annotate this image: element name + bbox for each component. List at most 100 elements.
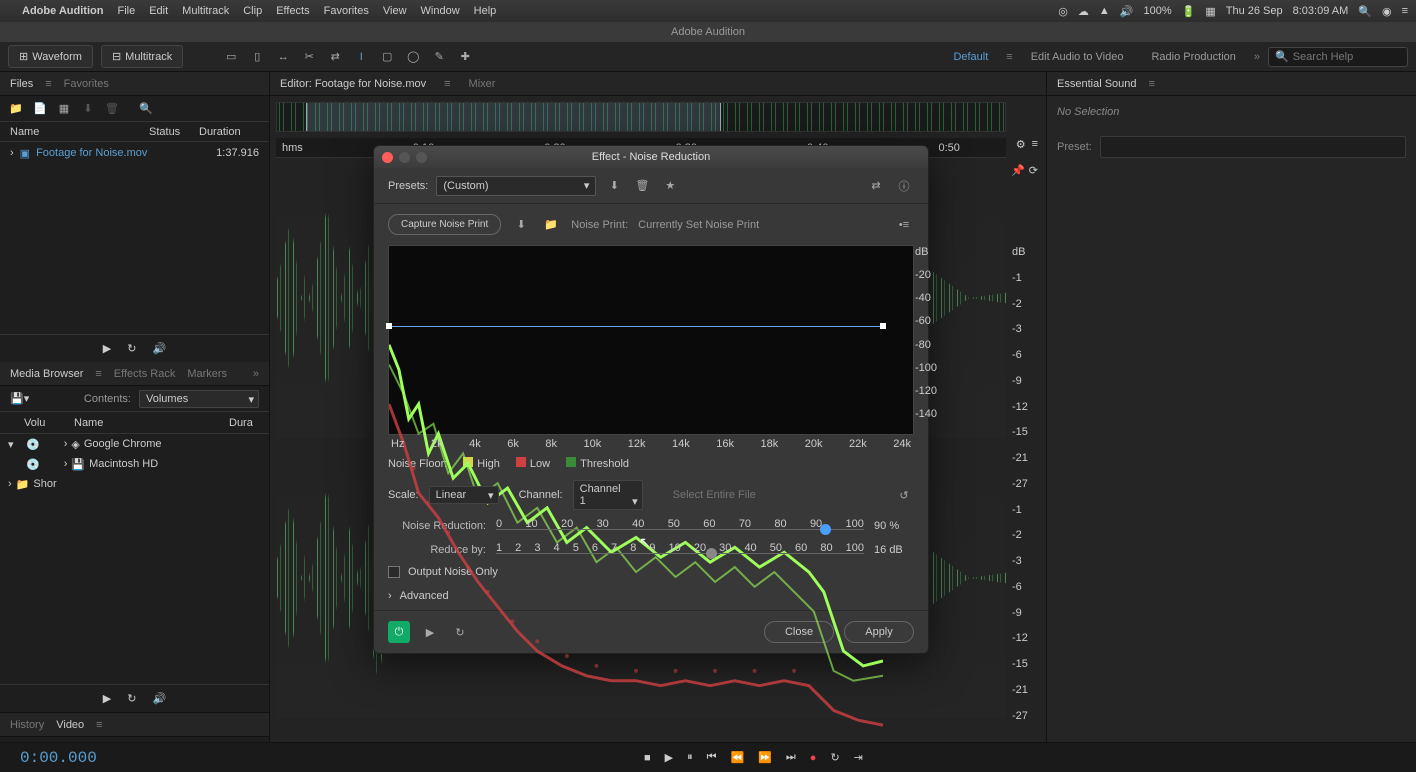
col-name[interactable]: Name (10, 126, 149, 138)
ffwd-icon[interactable]: ⏩ (758, 751, 772, 764)
menu-multitrack[interactable]: Multitrack (182, 5, 229, 17)
autoplay-icon[interactable]: 🔊 (152, 692, 166, 705)
menu-clip[interactable]: Clip (243, 5, 262, 17)
workspace-edit-audio[interactable]: Edit Audio to Video (1021, 51, 1134, 63)
info-icon[interactable]: ⓘ (894, 176, 914, 196)
save-preset-icon[interactable]: ⬇ (604, 176, 624, 196)
menu-file[interactable]: File (117, 5, 135, 17)
media-browser-tab[interactable]: Media Browser (10, 368, 83, 380)
waveform-overview[interactable] (276, 102, 1006, 132)
skip-back-icon[interactable]: ⏮ (707, 751, 717, 764)
heal-tool-icon[interactable]: ✚ (455, 47, 475, 67)
wifi-icon[interactable]: ▲ (1099, 5, 1110, 17)
autoplay-icon[interactable]: 🔊 (152, 342, 166, 355)
record-icon[interactable]: ● (810, 752, 817, 764)
files-menu-icon[interactable]: ≡ (45, 78, 51, 90)
menu-edit[interactable]: Edit (149, 5, 168, 17)
time-select-tool-icon[interactable]: I (351, 47, 371, 67)
multitrack-mode-button[interactable]: ⊟Multitrack (101, 45, 183, 68)
mixer-tab[interactable]: Mixer (469, 78, 496, 90)
load-icon[interactable]: 📁 (541, 215, 561, 235)
favorites-tab[interactable]: Favorites (64, 78, 109, 90)
brush-tool-icon[interactable]: ✎ (429, 47, 449, 67)
menu-help[interactable]: Help (474, 5, 497, 17)
tree-row[interactable]: ▾💿 ›◈ Google Chrome (0, 434, 269, 454)
slip-tool-icon[interactable]: ⇄ (325, 47, 345, 67)
tool-icon[interactable]: ▭ (221, 47, 241, 67)
timecode-display[interactable]: 0:00.000 (20, 749, 97, 767)
tool-icon[interactable]: ▯ (247, 47, 267, 67)
effects-rack-tab[interactable]: Effects Rack (114, 368, 176, 380)
markers-tab[interactable]: Markers (187, 368, 227, 380)
file-row[interactable]: › ▣ Footage for Noise.mov 1:37.916 (0, 142, 269, 164)
panel-menu-icon[interactable]: ≡ (95, 368, 101, 380)
drive-icon[interactable]: 💾▾ (10, 392, 29, 405)
loop-icon[interactable]: ↻ (127, 692, 136, 705)
panel-menu-icon[interactable]: ≡ (96, 719, 102, 731)
status-icon[interactable]: ◎ (1058, 5, 1068, 18)
lasso-tool-icon[interactable]: ◯ (403, 47, 423, 67)
tool-icon[interactable]: ⟳ (1029, 164, 1038, 177)
files-tab[interactable]: Files (10, 78, 33, 90)
panel-menu-icon[interactable]: ≡ (1149, 78, 1155, 90)
preset-dropdown[interactable]: (Custom)▾ (436, 176, 596, 196)
threshold-line[interactable] (389, 326, 883, 327)
reduce-by-slider[interactable]: 12 34 56 78 910 2030 4050 6080 100 (496, 542, 864, 558)
workspace-menu-icon[interactable]: ≡ (1006, 51, 1012, 63)
play-icon[interactable]: ▶ (103, 692, 111, 705)
razor-tool-icon[interactable]: ✂ (299, 47, 319, 67)
favorite-icon[interactable]: ★ (660, 176, 680, 196)
video-tab[interactable]: Video (56, 719, 84, 731)
history-tab[interactable]: History (10, 719, 44, 731)
col-status[interactable]: Status (149, 126, 199, 138)
play-icon[interactable]: ▶ (665, 751, 673, 764)
delete-preset-icon[interactable]: 🗑 (632, 176, 652, 196)
select-entire-file-button[interactable]: Select Entire File (673, 489, 756, 501)
workspace-default[interactable]: Default (943, 51, 998, 63)
spotlight-icon[interactable]: 🔍 (1358, 5, 1372, 18)
workspace-overflow-icon[interactable]: » (1254, 51, 1260, 63)
col-name2[interactable]: Name (66, 417, 229, 429)
tool-icon[interactable]: ⚙ (1016, 138, 1026, 151)
trash-icon[interactable]: 🗑 (104, 101, 120, 117)
siri-icon[interactable]: ◉ (1382, 5, 1392, 18)
route-icon[interactable]: ⇄ (866, 176, 886, 196)
essential-sound-tab[interactable]: Essential Sound (1057, 78, 1137, 90)
menu-view[interactable]: View (383, 5, 407, 17)
new-multitrack-icon[interactable]: ▦ (56, 101, 72, 117)
pause-icon[interactable]: ⏸ (687, 751, 693, 764)
channel-dropdown[interactable]: Channel 1▾ (573, 480, 643, 510)
cloud-icon[interactable]: ☁ (1078, 5, 1089, 18)
menu-effects[interactable]: Effects (276, 5, 309, 17)
expand-icon[interactable]: › (10, 147, 14, 159)
workspace-radio[interactable]: Radio Production (1141, 51, 1245, 63)
preset-dropdown[interactable] (1100, 136, 1406, 158)
reset-icon[interactable]: ↺ (894, 485, 914, 505)
editor-tab[interactable]: Editor: Footage for Noise.mov (280, 78, 426, 90)
tool-icon[interactable]: ≡ (1032, 138, 1038, 151)
loop-icon[interactable]: ↻ (830, 751, 839, 764)
capture-noise-print-button[interactable]: Capture Noise Print (388, 214, 501, 235)
control-icon[interactable]: ▦ (1205, 5, 1215, 18)
search-help-input[interactable]: 🔍 Search Help (1268, 47, 1408, 67)
waveform-mode-button[interactable]: ⊞Waveform (8, 45, 93, 68)
new-file-icon[interactable]: 📄 (32, 101, 48, 117)
contents-dropdown[interactable]: Volumes ▾ (139, 390, 259, 408)
volume-icon[interactable]: 🔊 (1120, 5, 1134, 18)
skip-sel-icon[interactable]: ⇥ (854, 751, 863, 764)
menu-window[interactable]: Window (421, 5, 460, 17)
import-icon[interactable]: ⬇ (80, 101, 96, 117)
panel-menu-icon[interactable]: ≡ (444, 78, 450, 90)
col-dur[interactable]: Dura (229, 417, 269, 429)
save-icon[interactable]: ⬇ (511, 215, 531, 235)
menu-favorites[interactable]: Favorites (324, 5, 369, 17)
col-duration[interactable]: Duration (199, 126, 259, 138)
rewind-icon[interactable]: ⏪ (730, 751, 744, 764)
overflow-icon[interactable]: » (253, 368, 259, 380)
open-folder-icon[interactable]: 📁 (8, 101, 24, 117)
scale-dropdown[interactable]: Linear▾ (429, 486, 499, 504)
loop-icon[interactable]: ↻ (127, 342, 136, 355)
move-tool-icon[interactable]: ↔ (273, 47, 293, 67)
menu-icon[interactable]: •≡ (894, 215, 914, 235)
filter-icon[interactable]: 🔍 (138, 101, 154, 117)
